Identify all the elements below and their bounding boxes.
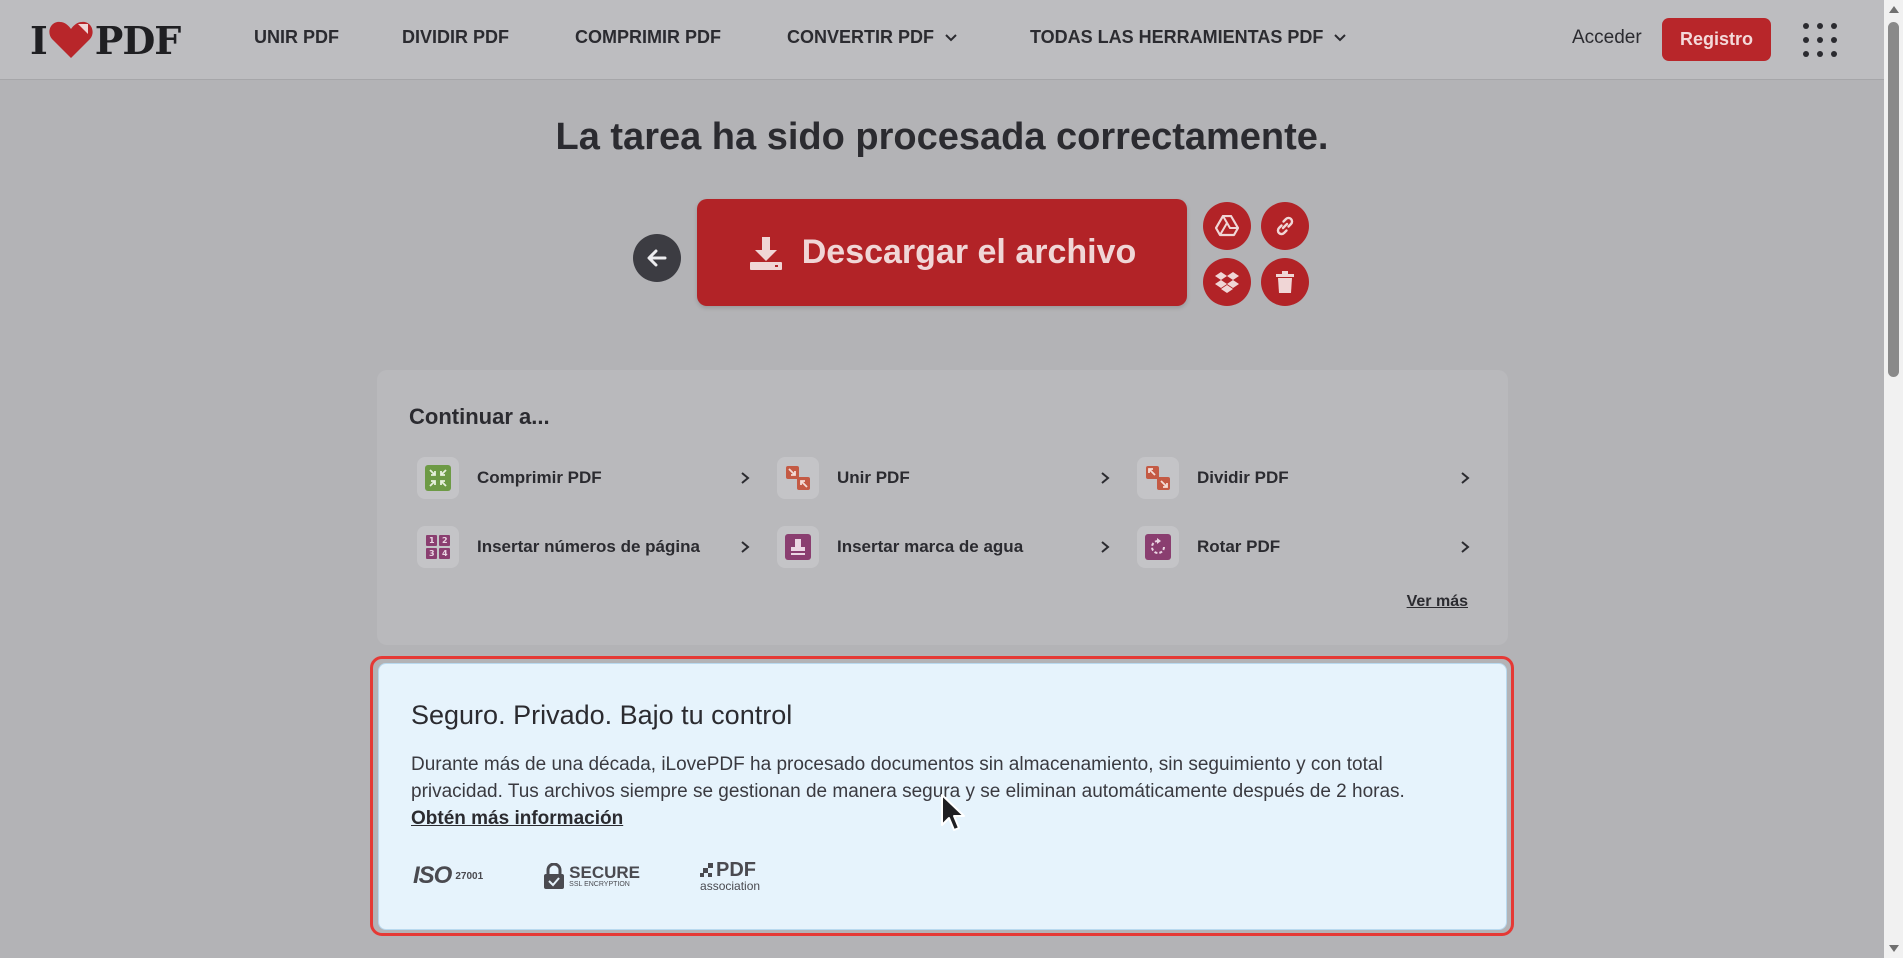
download-file-button[interactable]: Descargar el archivo [697,199,1187,306]
heart-icon [49,21,93,58]
pdfa-badge-sub: association [700,879,761,893]
pdfa-badge-top: PDF [700,860,760,880]
page-scrollbar[interactable] [1884,0,1903,958]
tool-unir-pdf[interactable]: Unir PDF [777,452,1112,504]
download-label: Descargar el archivo [801,233,1137,271]
split-icon [1137,457,1179,499]
merge-icon [777,457,819,499]
tool-label: Dividir PDF [1197,468,1289,487]
back-button[interactable] [633,234,681,282]
chevron-down-icon [945,33,957,41]
pdfa-badge-text: PDF association [700,860,760,892]
iso-badge-main: ISO [413,862,452,889]
security-title: Seguro. Privado. Bajo tu control [411,700,793,730]
nav-label: CONVERTIR PDF [787,27,935,47]
ssl-secure-badge: SECURE SSL ENCRYPTION [543,863,640,889]
nav-label: TODAS LAS HERRAMIENTAS PDF [1030,27,1324,47]
svg-text:3: 3 [429,549,435,558]
tool-insertar-numeros[interactable]: 1234 Insertar números de página [417,521,752,573]
download-icon [749,236,782,270]
tool-label: Insertar números de página [477,537,700,556]
logo-text-pdf: PDF [94,17,182,63]
chevron-right-icon [741,541,750,553]
ilovepdf-logo[interactable]: I PDF [30,17,182,63]
chevron-right-icon [1101,541,1110,553]
pdfa-badge-main: PDF [716,859,757,881]
svg-text:2: 2 [442,536,448,545]
chevron-right-icon [1461,541,1470,553]
arrow-left-icon [647,249,667,267]
nav-label: UNIR PDF [254,27,339,47]
chevron-down-icon [1334,33,1347,41]
watermark-icon [777,526,819,568]
logo-text-i: I [30,17,48,63]
delete-file-button[interactable] [1261,258,1309,306]
tool-label: Unir PDF [837,468,910,487]
link-icon [1276,216,1294,236]
svg-text:4: 4 [442,549,448,558]
apps-grid-icon[interactable] [1802,22,1838,58]
nav-unir-pdf[interactable]: UNIR PDF [254,27,339,48]
iso-27001-badge: ISO 27001 [413,862,483,890]
top-header: I PDF UNIR PDF DIVIDIR PDF COMPRIMIR PDF… [0,0,1884,80]
nav-label: COMPRIMIR PDF [575,27,721,47]
trash-icon [1276,271,1294,293]
tool-label: Rotar PDF [1197,537,1281,556]
pdf-association-badge: PDF association [700,860,760,892]
tool-label: Insertar marca de agua [837,537,1024,556]
pdf-association-mark-icon [700,863,714,877]
save-to-drive-button[interactable] [1203,202,1251,250]
chevron-right-icon [1461,472,1470,484]
ssl-badge-text: SECURE SSL ENCRYPTION [569,864,640,888]
tool-comprimir-pdf[interactable]: Comprimir PDF [417,452,752,504]
login-link[interactable]: Acceder [1572,27,1642,49]
nav-label: DIVIDIR PDF [402,27,510,47]
iso-badge-sub: 27001 [455,870,484,882]
continue-to-card: Continuar a... Comprimir PDF Unir PDF Di… [377,370,1508,645]
scroll-up-icon[interactable] [1889,6,1899,13]
scroll-thumb[interactable] [1888,22,1899,377]
google-drive-icon [1215,215,1239,237]
tool-label: Comprimir PDF [477,468,602,487]
scroll-down-icon[interactable] [1889,945,1899,952]
ssl-badge-main: SECURE [569,863,641,882]
rotate-icon [1137,526,1179,568]
register-button[interactable]: Registro [1662,18,1771,61]
lock-icon [544,863,565,889]
page-numbers-icon: 1234 [417,526,459,568]
compress-icon [417,457,459,499]
continue-title: Continuar a... [409,404,550,429]
ssl-badge-sub: SSL ENCRYPTION [569,881,630,888]
chevron-right-icon [741,472,750,484]
tool-rotar-pdf[interactable]: Rotar PDF [1137,521,1472,573]
chevron-right-icon [1101,472,1110,484]
svg-text:1: 1 [429,536,435,545]
nav-convertir-pdf[interactable]: CONVERTIR PDF [787,27,958,48]
page-title: La tarea ha sido procesada correctamente… [555,116,1329,158]
security-description: Durante más de una década, iLovePDF ha p… [411,754,1405,802]
dropbox-icon [1215,272,1239,293]
nav-comprimir-pdf[interactable]: COMPRIMIR PDF [575,27,721,48]
nav-dividir-pdf[interactable]: DIVIDIR PDF [402,27,509,48]
copy-link-button[interactable] [1261,202,1309,250]
save-to-dropbox-button[interactable] [1203,258,1251,306]
tool-insertar-marca-agua[interactable]: Insertar marca de agua [777,521,1112,573]
mouse-cursor-icon [941,794,965,831]
tool-dividir-pdf[interactable]: Dividir PDF [1137,452,1472,504]
certification-badges: ISO 27001 SECURE SSL ENCRYPTION PDF asso… [413,860,760,892]
nav-todas-herramientas[interactable]: TODAS LAS HERRAMIENTAS PDF [1030,27,1347,48]
see-more-link[interactable]: Ver más [1407,593,1468,611]
